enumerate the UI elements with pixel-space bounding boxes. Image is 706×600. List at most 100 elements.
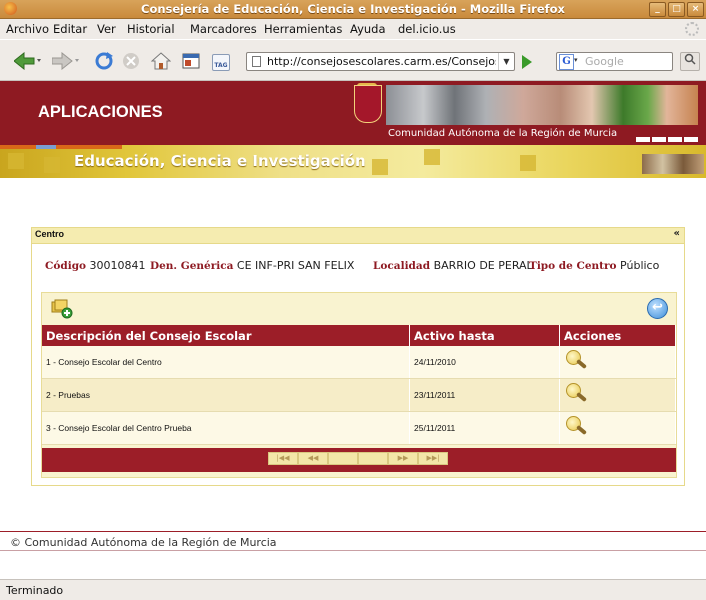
search-button[interactable]: [680, 52, 700, 71]
section-thumbnail-image: [642, 154, 704, 174]
region-name: Comunidad Autónoma de la Región de Murci…: [388, 128, 618, 139]
minimize-button[interactable]: _: [649, 2, 666, 17]
consejos-table: Descripción del Consejo Escolar Activo h…: [42, 325, 676, 445]
search-box[interactable]: G ▾ Google: [556, 52, 673, 71]
tipo-centro-label: Tipo de Centro: [529, 260, 617, 272]
table-row: 3 - Consejo Escolar del Centro Prueba 25…: [42, 411, 676, 445]
menu-herramientas[interactable]: Herramientas: [264, 22, 342, 36]
page-icon: [252, 56, 261, 67]
prev-page-button[interactable]: ◀◀: [298, 452, 328, 465]
cell-descripcion: 2 - Pruebas: [42, 378, 410, 412]
reload-icon[interactable]: [94, 52, 114, 70]
menubar: Archivo Editar Ver Historial Marcadores …: [0, 19, 706, 39]
footer-copyright: © Comunidad Autónoma de la Región de Mur…: [10, 536, 277, 549]
menu-archivo[interactable]: Archivo: [6, 22, 49, 36]
back-arrow-icon[interactable]: [14, 52, 42, 70]
localidad-label: Localidad: [373, 260, 431, 272]
throbber-icon: [685, 22, 699, 36]
last-page-button[interactable]: ▶▶|: [418, 452, 448, 465]
search-engine-dropdown-icon[interactable]: ▾: [574, 56, 578, 64]
pagination-bar: |◀◀ ◀◀ ▶▶ ▶▶|: [42, 448, 676, 472]
tipo-centro-value: Público: [620, 259, 660, 272]
bookmark-window-icon[interactable]: [182, 52, 200, 70]
banner-decoration: [636, 132, 700, 145]
google-icon[interactable]: G: [559, 54, 574, 70]
column-header-acciones: Acciones: [559, 325, 676, 346]
navigation-toolbar: TAG http://consejosescolares.carm.es/Con…: [0, 40, 706, 81]
den-generica-label: Den. Genérica: [150, 260, 234, 272]
next-page-button[interactable]: ▶▶: [388, 452, 418, 465]
url-text[interactable]: http://consejosescolares.carm.es/Consejo…: [267, 55, 496, 68]
table-header-row: Descripción del Consejo Escolar Activo h…: [42, 325, 676, 346]
section-header-bar: Educación, Ciencia e Investigación: [0, 145, 706, 178]
forward-arrow-icon[interactable]: [52, 52, 80, 70]
cell-acciones: [559, 346, 676, 379]
section-accent-bar: [0, 145, 122, 149]
search-placeholder[interactable]: Google: [585, 55, 624, 68]
go-arrow-icon[interactable]: [522, 55, 532, 69]
maximize-button[interactable]: □: [668, 2, 685, 17]
menu-ver[interactable]: Ver: [97, 22, 116, 36]
tipo-centro-field: Tipo de Centro Público: [529, 259, 659, 272]
magnifier-icon: [684, 53, 696, 65]
den-generica-value: CE INF-PRI SAN FELIX: [236, 259, 355, 272]
section-title: Educación, Ciencia e Investigación: [74, 152, 366, 170]
cell-activo-hasta: 23/11/2011: [409, 378, 560, 412]
url-dropdown-icon[interactable]: ▼: [498, 53, 514, 70]
cell-activo-hasta: 24/11/2010: [409, 346, 560, 379]
footer-divider-2: [0, 550, 706, 551]
cell-acciones: [559, 411, 676, 445]
column-header-descripcion[interactable]: Descripción del Consejo Escolar: [42, 325, 410, 346]
table-row: 2 - Pruebas 23/11/2011: [42, 378, 676, 412]
menu-editar[interactable]: Editar: [53, 22, 87, 36]
first-page-button[interactable]: |◀◀: [268, 452, 298, 465]
menu-marcadores[interactable]: Marcadores: [190, 22, 257, 36]
add-consejo-icon[interactable]: [51, 299, 73, 319]
centro-panel: Centro « Código 30010841 Den. Genérica C…: [31, 227, 685, 486]
centro-panel-header: Centro «: [32, 228, 684, 244]
page-button[interactable]: [328, 452, 358, 465]
cell-activo-hasta: 25/11/2011: [409, 411, 560, 445]
footer-divider: [0, 531, 706, 532]
tag-button[interactable]: TAG: [212, 54, 230, 71]
aplicaciones-title: APLICACIONES: [38, 103, 163, 121]
status-bar: Terminado: [0, 579, 706, 600]
cell-descripcion: 3 - Consejo Escolar del Centro Prueba: [42, 411, 410, 445]
stop-icon[interactable]: [122, 52, 140, 70]
codigo-label: Código: [45, 260, 87, 272]
den-generica-field: Den. Genérica CE INF-PRI SAN FELIX: [150, 259, 354, 272]
status-text: Terminado: [6, 584, 64, 597]
url-bar[interactable]: http://consejosescolares.carm.es/Consejo…: [246, 52, 515, 71]
decor-square: [424, 149, 440, 165]
window-title: Consejería de Educación, Ciencia e Inves…: [141, 2, 565, 16]
page-button[interactable]: [358, 452, 388, 465]
back-icon[interactable]: ↩: [647, 298, 668, 319]
close-button[interactable]: ×: [687, 2, 704, 17]
table-row: 1 - Consejo Escolar del Centro 24/11/201…: [42, 346, 676, 379]
search-icon[interactable]: [564, 383, 590, 405]
column-header-activo-hasta[interactable]: Activo hasta: [409, 325, 560, 346]
banner-photo-collage: [386, 85, 698, 125]
menu-historial[interactable]: Historial: [127, 22, 175, 36]
decor-square: [372, 159, 388, 175]
localidad-field: Localidad BARRIO DE PERAL: [373, 259, 533, 272]
search-icon[interactable]: [564, 350, 590, 372]
menu-delicious[interactable]: del.icio.us: [398, 22, 456, 36]
section-accent-bar-blue: [36, 145, 56, 149]
decor-square: [520, 155, 536, 171]
window-titlebar: Consejería de Educación, Ciencia e Inves…: [0, 0, 706, 19]
murcia-coat-of-arms-icon: [354, 85, 382, 123]
home-icon[interactable]: [151, 52, 171, 70]
cell-descripcion: 1 - Consejo Escolar del Centro: [42, 346, 410, 379]
consejos-list-panel: ↩ Descripción del Consejo Escolar Activo…: [41, 292, 677, 478]
codigo-value: 30010841: [89, 259, 146, 272]
codigo-field: Código 30010841: [45, 259, 146, 272]
cell-acciones: [559, 378, 676, 412]
search-icon[interactable]: [564, 416, 590, 438]
localidad-value: BARRIO DE PERAL: [433, 259, 533, 272]
decor-square: [8, 153, 24, 169]
menu-ayuda[interactable]: Ayuda: [350, 22, 386, 36]
collapse-icon[interactable]: «: [674, 228, 680, 239]
decor-square: [44, 157, 60, 173]
centro-header-label: Centro: [35, 229, 64, 239]
